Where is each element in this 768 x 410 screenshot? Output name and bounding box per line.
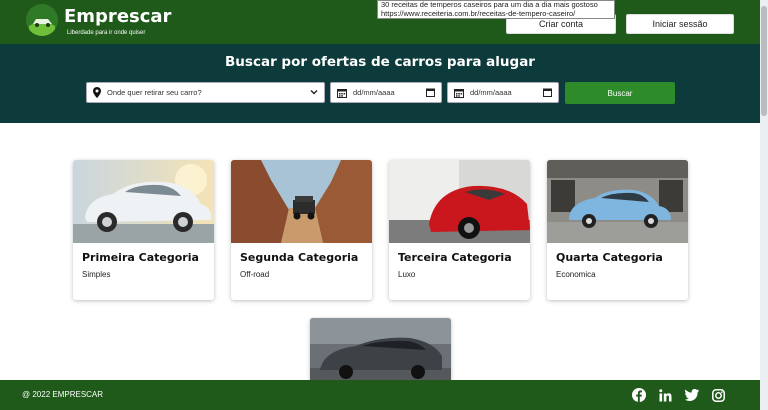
category-card[interactable] [310,318,451,380]
category-card[interactable]: Quarta Categoria Economica [547,160,688,300]
search-button[interactable]: Buscar [565,82,675,104]
search-section: Buscar por ofertas de carros para alugar… [0,44,760,123]
suv-image [310,318,451,380]
calendar-picker-icon[interactable] [426,88,435,99]
calendar-icon [337,88,347,98]
tooltip-url: https://www.receiteria.com.br/receitas-d… [381,8,576,18]
category-card[interactable]: Primeira Categoria Simples [73,160,214,300]
category-subtitle: Economica [556,270,596,279]
page: { "header": { "brand": "Emprescar", "tag… [0,0,768,410]
copyright-text: @ 2022 EMPRESCAR [22,390,104,399]
location-select[interactable]: Onde quer retirar seu carro? [86,82,325,103]
location-select-value: Onde quer retirar seu carro? [107,88,202,97]
footer: @ 2022 EMPRESCAR [0,380,760,410]
facebook-icon[interactable] [632,388,646,402]
category-title: Terceira Categoria [398,251,512,264]
category-subtitle: Simples [82,270,111,279]
vertical-scrollbar[interactable] [760,0,768,410]
brand-tagline: Liberdade para ir onde quiser [67,30,146,36]
return-date-placeholder: dd/mm/aaaa [470,88,512,97]
pickup-date-placeholder: dd/mm/aaaa [353,88,395,97]
calendar-picker-icon[interactable] [543,88,552,99]
location-pin-icon [93,87,101,98]
luxury-sportscar-image [389,160,530,243]
dropdown-chevron-icon [310,88,318,98]
category-title: Quarta Categoria [556,251,663,264]
calendar-icon [454,88,464,98]
pickup-date-input[interactable]: dd/mm/aaaa [330,82,442,103]
link-tooltip: 30 receitas de temperos caseiros para um… [377,0,615,19]
search-title: Buscar por ofertas de carros para alugar [225,54,535,70]
brand-name[interactable]: Emprescar [64,6,171,27]
category-card[interactable]: Terceira Categoria Luxo [389,160,530,300]
category-subtitle: Luxo [398,270,416,279]
top-navbar: Emprescar Liberdade para ir onde quiser … [0,0,760,44]
offroad-jeep-image [231,160,372,243]
return-date-input[interactable]: dd/mm/aaaa [447,82,559,103]
category-card[interactable]: Segunda Categoria Off-road [231,160,372,300]
category-title: Segunda Categoria [240,251,359,264]
brand-logo[interactable] [26,4,58,36]
twitter-icon[interactable] [685,388,699,402]
login-button[interactable]: Iniciar sessão [626,14,734,34]
category-subtitle: Off-road [240,270,270,279]
linkedin-icon[interactable] [658,388,672,402]
instagram-icon[interactable] [711,388,725,402]
classic-beetle-image [73,160,214,243]
economy-fiat-image [547,160,688,243]
scrollbar-thumb[interactable] [761,6,767,116]
category-title: Primeira Categoria [82,251,199,264]
